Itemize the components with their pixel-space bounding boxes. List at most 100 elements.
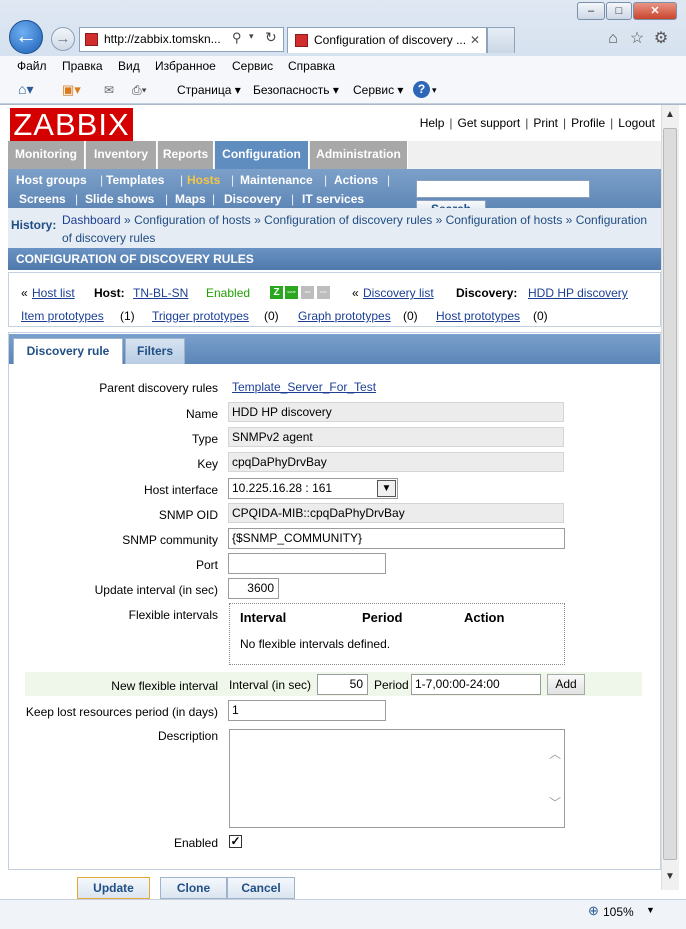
help-icon[interactable]: ?: [413, 81, 430, 98]
flexible-intervals-empty: No flexible intervals defined.: [240, 637, 391, 651]
home-icon[interactable]: ⌂: [604, 30, 622, 48]
help-dropdown-icon[interactable]: ▾: [432, 85, 437, 96]
mail-icon[interactable]: ✉: [104, 83, 114, 97]
name-label: Name: [185, 407, 218, 421]
menu-file[interactable]: Файл: [17, 59, 47, 73]
subnav-maps[interactable]: Maps: [175, 192, 206, 206]
trigger-prototypes-link[interactable]: Trigger prototypes: [152, 309, 249, 323]
menu-view[interactable]: Вид: [118, 59, 140, 73]
subnav-hosts[interactable]: Hosts: [187, 173, 220, 187]
browser-tab[interactable]: Configuration of discovery ... ✕: [287, 27, 487, 53]
enabled-checkbox[interactable]: ✓: [229, 835, 242, 848]
forward-button[interactable]: →: [51, 27, 75, 51]
zabbix-logo[interactable]: ZABBIX: [10, 108, 133, 141]
host-prototypes-link[interactable]: Host prototypes: [436, 309, 520, 323]
menu-edit[interactable]: Правка: [62, 59, 103, 73]
scroll-up-icon[interactable]: ▲: [661, 106, 679, 124]
menu-service[interactable]: Сервис: [232, 59, 273, 73]
print-icon[interactable]: ⎙▾: [132, 83, 147, 98]
minimize-button[interactable]: –: [577, 2, 605, 20]
tab-filters[interactable]: Filters: [125, 338, 185, 364]
snmp-community-input[interactable]: {$SNMP_COMMUNITY}: [228, 528, 565, 549]
type-field: SNMPv2 agent: [228, 427, 564, 447]
tab-monitoring[interactable]: Monitoring: [8, 141, 85, 169]
subnav-host-groups[interactable]: Host groups: [16, 173, 87, 187]
subnav-discovery[interactable]: Discovery: [224, 192, 281, 206]
description-textarea[interactable]: ︿ ﹀: [229, 729, 565, 828]
scrollbar-thumb[interactable]: [663, 128, 677, 860]
chevron-down-icon[interactable]: ▼: [377, 480, 396, 497]
subnav-screens[interactable]: Screens: [19, 192, 66, 206]
back-button[interactable]: ←: [9, 20, 43, 54]
host-interface-select[interactable]: 10.225.16.28 : 161 ▼: [228, 478, 398, 499]
discovery-list-prefix: «: [352, 286, 359, 300]
tab-reports[interactable]: Reports: [158, 141, 214, 169]
zoom-dropdown-icon[interactable]: ▼: [646, 905, 655, 915]
graph-prototypes-link[interactable]: Graph prototypes: [298, 309, 391, 323]
discovery-name-link[interactable]: HDD HP discovery: [528, 286, 628, 300]
textarea-scroll-down-icon[interactable]: ﹀: [549, 794, 561, 811]
textarea-scroll-up-icon[interactable]: ︿: [549, 745, 561, 762]
snmp-icon: SNMP: [285, 286, 298, 299]
cmd-service[interactable]: Сервис ▾: [353, 83, 403, 97]
new-interval-input[interactable]: 50: [317, 674, 368, 695]
maximize-button[interactable]: □: [606, 2, 632, 20]
tab-inventory[interactable]: Inventory: [86, 141, 157, 169]
history-dashboard[interactable]: Dashboard: [62, 213, 121, 227]
tab-administration[interactable]: Administration: [310, 141, 408, 169]
subnav-it-services[interactable]: IT services: [302, 192, 364, 206]
support-link[interactable]: Get support: [458, 116, 521, 130]
subnav-slide-shows[interactable]: Slide shows: [85, 192, 154, 206]
cancel-button[interactable]: Cancel: [227, 877, 295, 899]
profile-link[interactable]: Profile: [571, 116, 605, 130]
print-link[interactable]: Print: [533, 116, 558, 130]
host-interface-label: Host interface: [143, 483, 218, 497]
name-field: HDD HP discovery: [228, 402, 564, 422]
new-tab-button[interactable]: [487, 27, 515, 53]
menu-help[interactable]: Справка: [288, 59, 335, 73]
parent-rules-link[interactable]: Template_Server_For_Test: [232, 380, 376, 394]
subnav-actions[interactable]: Actions: [334, 173, 378, 187]
port-input[interactable]: [228, 553, 386, 574]
keep-lost-input[interactable]: 1: [228, 700, 386, 721]
update-interval-input[interactable]: 3600: [228, 578, 279, 599]
home-cmd-icon[interactable]: ⌂▾: [18, 81, 33, 98]
clone-button[interactable]: Clone: [160, 877, 227, 899]
separator: |: [180, 173, 184, 187]
close-window-button[interactable]: ✕: [633, 2, 677, 20]
search-icon[interactable]: ⚲: [232, 30, 242, 46]
history-hosts-2[interactable]: Configuration of hosts: [446, 213, 563, 227]
tab-configuration[interactable]: Configuration: [215, 141, 309, 169]
separator: |: [212, 192, 216, 206]
discovery-list-link[interactable]: Discovery list: [363, 286, 434, 300]
host-list-link[interactable]: Host list: [32, 286, 75, 300]
zoom-level[interactable]: 105%: [603, 905, 634, 919]
item-prototypes-link[interactable]: Item prototypes: [21, 309, 104, 323]
search-input[interactable]: [416, 180, 590, 198]
tab-discovery-rule[interactable]: Discovery rule: [13, 338, 123, 364]
subnav-templates[interactable]: Templates: [106, 173, 164, 187]
update-button[interactable]: Update: [77, 877, 150, 899]
help-link[interactable]: Help: [420, 116, 445, 130]
zoom-icon: ⊕: [588, 903, 599, 918]
history-discovery-1[interactable]: Configuration of discovery rules: [264, 213, 432, 227]
rss-icon[interactable]: ▣▾: [62, 82, 81, 98]
subnav-maintenance[interactable]: Maintenance: [240, 173, 313, 187]
cmd-page[interactable]: Страница ▾: [177, 83, 241, 97]
menu-favorites[interactable]: Избранное: [155, 59, 216, 73]
key-label: Key: [197, 457, 218, 471]
favorites-star-icon[interactable]: ☆: [628, 30, 646, 48]
scroll-down-icon[interactable]: ▼: [661, 868, 679, 886]
host-status[interactable]: Enabled: [206, 286, 250, 300]
tab-close-icon[interactable]: ✕: [470, 28, 480, 52]
new-period-input[interactable]: 1-7,00:00-24:00: [411, 674, 541, 695]
settings-gear-icon[interactable]: ⚙: [652, 30, 670, 48]
add-interval-button[interactable]: Add: [547, 674, 585, 695]
refresh-icon[interactable]: ↻: [265, 29, 277, 46]
host-name-link[interactable]: TN-BL-SN: [133, 286, 188, 300]
history-hosts-1[interactable]: Configuration of hosts: [134, 213, 251, 227]
dropdown-arrow-icon[interactable]: ▾: [249, 31, 254, 42]
parent-rules-label: Parent discovery rules: [99, 381, 218, 395]
logout-link[interactable]: Logout: [618, 116, 655, 130]
cmd-security[interactable]: Безопасность ▾: [253, 83, 339, 97]
